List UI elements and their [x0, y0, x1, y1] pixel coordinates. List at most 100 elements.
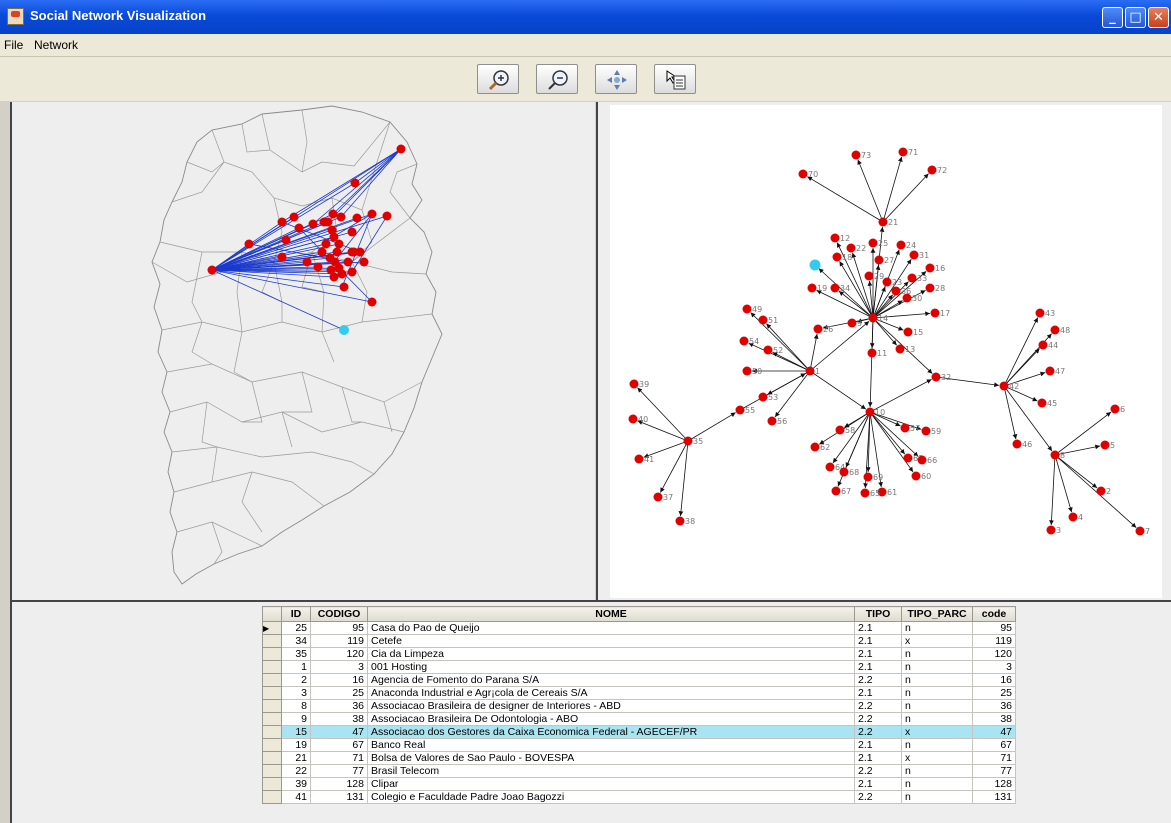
graph-node[interactable]	[763, 345, 773, 355]
cell-tipo[interactable]: 2.2	[854, 673, 902, 687]
graph-node[interactable]	[907, 273, 917, 283]
map-node-selected[interactable]	[339, 325, 349, 335]
cell-nome[interactable]: Banco Real	[367, 738, 855, 752]
cell-codigo[interactable]: 128	[310, 777, 368, 791]
map-node[interactable]	[244, 239, 254, 249]
table-row[interactable]: 19 67 Banco Real 2.1 n 67	[262, 738, 1016, 752]
cell-nome[interactable]: Associacao Brasileira De Odontologia - A…	[367, 712, 855, 726]
map-node[interactable]	[329, 272, 339, 282]
graph-node[interactable]	[742, 366, 752, 376]
cell-nome[interactable]: Cia da Limpeza	[367, 647, 855, 661]
row-indicator[interactable]	[262, 660, 282, 674]
graph-node[interactable]	[931, 372, 941, 382]
graph-node[interactable]	[925, 263, 935, 273]
table-row[interactable]: 21 71 Bolsa de Valores de Sao Paulo - BOVE…	[262, 751, 1016, 765]
graph-canvas[interactable]: 1 2 3 4 5 6 7 8 9 10 11 12 13 14 15 16 17 18 19 21 22 23 24 25 2…	[610, 105, 1162, 598]
table-row[interactable]: 15 47 Associacao dos Gestores da Caixa Eco…	[262, 725, 1016, 739]
cell-id[interactable]: 9	[281, 712, 311, 726]
map-node[interactable]	[328, 209, 338, 219]
row-indicator[interactable]	[262, 712, 282, 726]
graph-node[interactable]	[851, 150, 861, 160]
map-node[interactable]	[281, 235, 291, 245]
graph-node[interactable]	[917, 455, 927, 465]
graph-node[interactable]	[1096, 486, 1106, 496]
cell-code[interactable]: 36	[972, 699, 1016, 713]
map-node[interactable]	[308, 219, 318, 229]
cell-codigo[interactable]: 16	[310, 673, 368, 687]
table-row[interactable]: 1 3 001 Hosting 2.1 n 3	[262, 660, 1016, 674]
cell-tipo[interactable]: 2.2	[854, 764, 902, 778]
map-node[interactable]	[207, 265, 217, 275]
graph-node[interactable]	[999, 381, 1009, 391]
graph-node[interactable]	[810, 442, 820, 452]
cell-tipo[interactable]: 2.2	[854, 699, 902, 713]
graph-node[interactable]	[839, 467, 849, 477]
cell-id[interactable]: 3	[281, 686, 311, 700]
cell-nome[interactable]: Clipar	[367, 777, 855, 791]
column-header-id[interactable]: ID	[281, 606, 311, 622]
cell-codigo[interactable]: 25	[310, 686, 368, 700]
table-row[interactable]: 34 119 Cetefe 2.1 x 119	[262, 634, 1016, 648]
cell-tipo[interactable]: 2.2	[854, 725, 902, 739]
graph-node[interactable]	[835, 425, 845, 435]
cell-code[interactable]: 47	[972, 725, 1016, 739]
map-view[interactable]	[12, 102, 595, 600]
cell-codigo[interactable]: 67	[310, 738, 368, 752]
map-node[interactable]	[334, 239, 344, 249]
graph-node[interactable]	[867, 348, 877, 358]
graph-node[interactable]	[878, 217, 888, 227]
cell-nome[interactable]: Associacao Brasileira de designer de Int…	[367, 699, 855, 713]
graph-node[interactable]	[1035, 308, 1045, 318]
map-node[interactable]	[336, 212, 346, 222]
cell-tipo[interactable]: 2.1	[854, 686, 902, 700]
graph-node[interactable]	[927, 165, 937, 175]
cell-id[interactable]: 8	[281, 699, 311, 713]
graph-node[interactable]	[813, 324, 823, 334]
table-row[interactable]: 8 36 Associacao Brasileira de designer de …	[262, 699, 1016, 713]
graph-node[interactable]	[865, 407, 875, 417]
map-node[interactable]	[339, 282, 349, 292]
graph-node[interactable]	[903, 453, 913, 463]
column-header-code[interactable]: code	[972, 606, 1016, 622]
cell-tipo-parc[interactable]: n	[901, 621, 973, 635]
cell-tipo[interactable]: 2.2	[854, 790, 902, 804]
graph-node[interactable]	[895, 344, 905, 354]
row-indicator[interactable]	[262, 790, 282, 804]
cell-tipo-parc[interactable]: n	[901, 647, 973, 661]
graph-node[interactable]	[900, 423, 910, 433]
cell-id[interactable]: 34	[281, 634, 311, 648]
table-row[interactable]: 41 131 Colegio e Faculdade Padre Joao Bago…	[262, 790, 1016, 804]
graph-node[interactable]	[896, 240, 906, 250]
cell-codigo[interactable]: 3	[310, 660, 368, 674]
cell-codigo[interactable]: 120	[310, 647, 368, 661]
cell-code[interactable]: 119	[972, 634, 1016, 648]
cell-tipo-parc[interactable]: n	[901, 764, 973, 778]
cell-tipo-parc[interactable]: n	[901, 790, 973, 804]
graph-node[interactable]	[628, 414, 638, 424]
cell-tipo[interactable]: 2.1	[854, 660, 902, 674]
graph-node[interactable]	[1046, 525, 1056, 535]
graph-node[interactable]	[758, 392, 768, 402]
cell-tipo-parc[interactable]: n	[901, 673, 973, 687]
minimize-button[interactable]: _	[1102, 7, 1123, 28]
map-node[interactable]	[313, 262, 323, 272]
row-indicator[interactable]	[262, 764, 282, 778]
current-row-arrow-icon[interactable]: ▶	[262, 621, 282, 635]
maximize-button[interactable]: □	[1125, 7, 1146, 28]
cell-id[interactable]: 35	[281, 647, 311, 661]
graph-node[interactable]	[758, 315, 768, 325]
graph-node[interactable]	[925, 283, 935, 293]
map-node[interactable]	[289, 212, 299, 222]
map-node[interactable]	[347, 267, 357, 277]
table-row[interactable]: 2 16 Agencia de Fomento do Parana S/A 2.2 n 1…	[262, 673, 1016, 687]
graph-node[interactable]	[903, 327, 913, 337]
cell-tipo-parc[interactable]: n	[901, 738, 973, 752]
cell-code[interactable]: 77	[972, 764, 1016, 778]
graph-node[interactable]	[832, 252, 842, 262]
cell-code[interactable]: 95	[972, 621, 1016, 635]
map-node[interactable]	[347, 247, 357, 257]
table-row[interactable]: ▶ 25 95 Casa do Pao de Queijo 2.1 n 95	[262, 621, 1016, 635]
map-node[interactable]	[277, 217, 287, 227]
graph-node-selected[interactable]	[809, 259, 821, 271]
graph-node[interactable]	[653, 492, 663, 502]
